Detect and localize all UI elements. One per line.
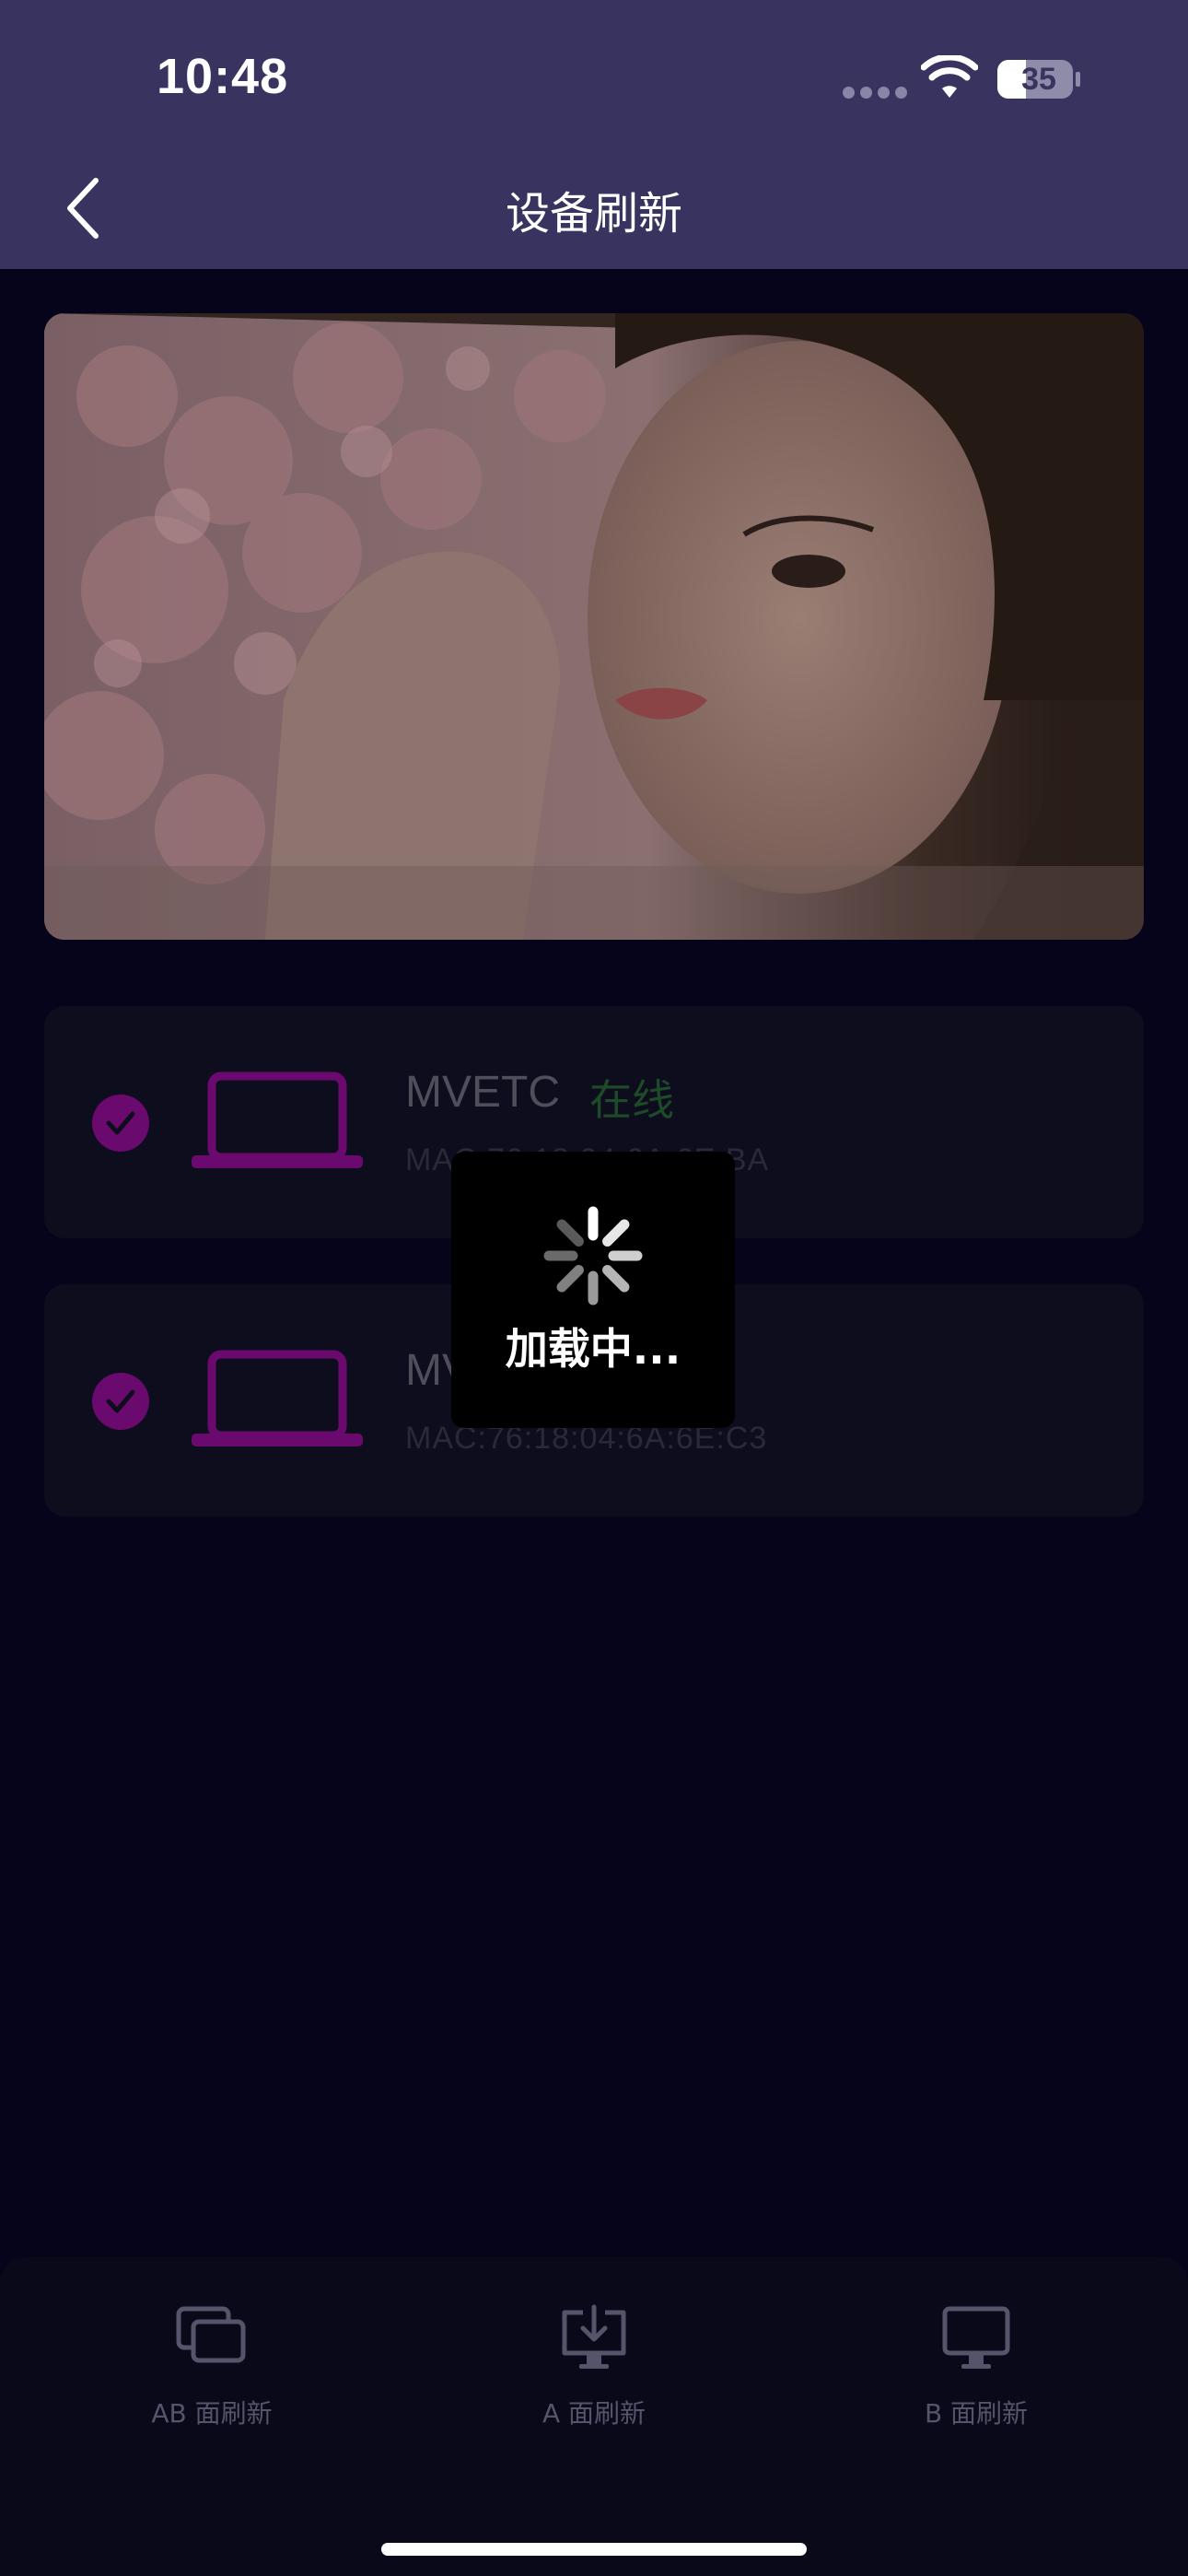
download-screen-icon xyxy=(562,2304,626,2369)
loading-toast: 加载中... xyxy=(451,1152,735,1428)
wifi-icon xyxy=(921,55,978,98)
bottom-action-bar: AB 面刷新 A 面刷新 B 面刷新 xyxy=(0,2257,1188,2576)
tab-label: A 面刷新 xyxy=(542,2398,646,2429)
status-bar: 10:48 35 xyxy=(0,0,1188,138)
spinner-icon xyxy=(543,1206,643,1306)
device-status-online: 在线 xyxy=(589,1075,674,1125)
tab-label: B 面刷新 xyxy=(924,2398,1029,2429)
laptop-icon xyxy=(192,1071,363,1168)
a-refresh-button[interactable]: A 面刷新 xyxy=(456,2303,732,2451)
ab-refresh-button[interactable]: AB 面刷新 xyxy=(74,2303,350,2451)
device-name: MVETC xyxy=(405,1068,560,1117)
nav-bar: 设备刷新 xyxy=(0,138,1188,269)
battery-level: 35 xyxy=(1021,62,1056,97)
laptop-icon xyxy=(192,1350,363,1446)
status-time: 10:48 xyxy=(157,49,289,104)
checkbox-checked-icon[interactable] xyxy=(92,1373,149,1430)
home-indicator[interactable] xyxy=(381,2543,807,2556)
loading-text: 加载中... xyxy=(505,1324,681,1374)
tab-label: AB 面刷新 xyxy=(151,2398,273,2429)
b-refresh-button[interactable]: B 面刷新 xyxy=(838,2303,1114,2451)
banner-photo xyxy=(44,313,1144,940)
checkbox-checked-icon[interactable] xyxy=(92,1095,149,1152)
page-title: 设备刷新 xyxy=(505,188,682,240)
cellular-signal-icon xyxy=(843,85,913,102)
banner-image xyxy=(44,313,1144,940)
ab-refresh-icon xyxy=(176,2306,246,2363)
monitor-icon xyxy=(942,2306,1010,2369)
